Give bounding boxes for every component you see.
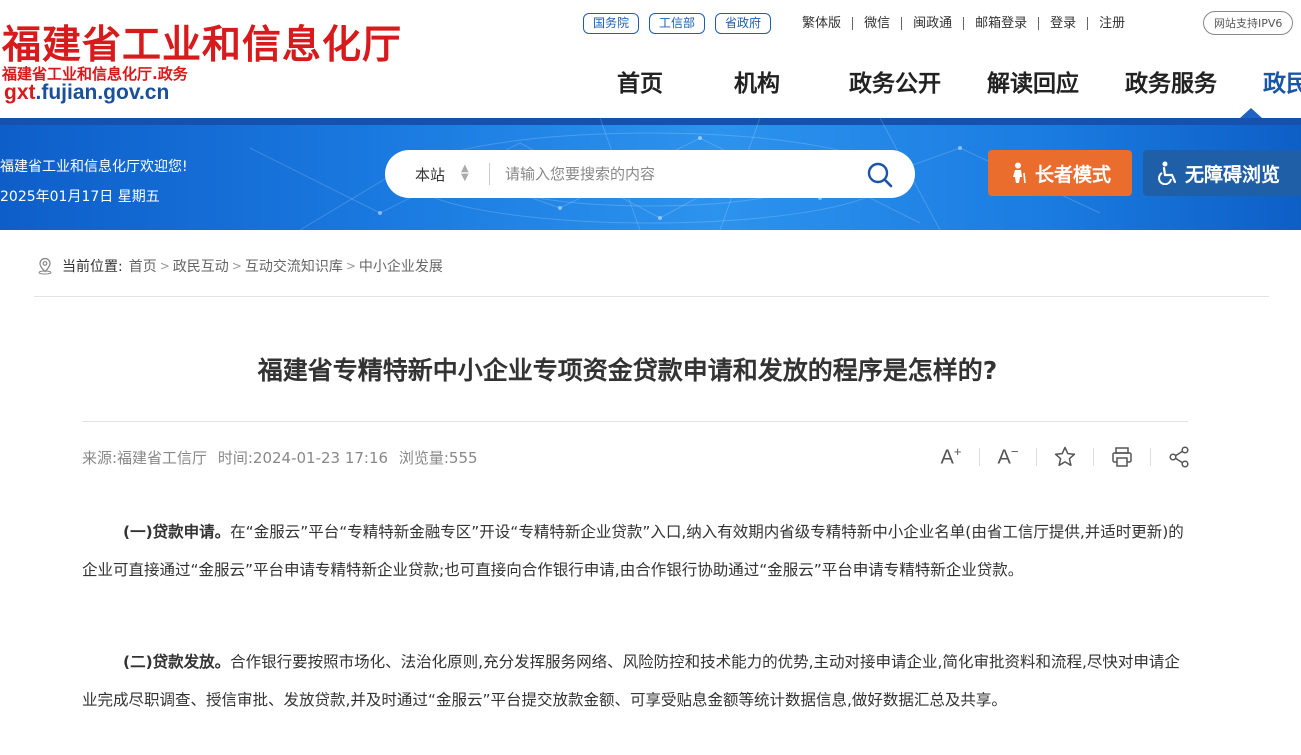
accessibility-button[interactable]: 无障碍浏览	[1143, 150, 1301, 196]
link-state-council[interactable]: 国务院	[583, 12, 640, 34]
accessibility-label: 无障碍浏览	[1185, 163, 1281, 186]
domain-prefix: gxt	[4, 81, 36, 104]
search-icon[interactable]	[865, 160, 895, 190]
tool-divider	[1150, 448, 1151, 466]
article-meta: 来源:福建省工信厅 时间:2024-01-23 17:16 浏览量:555	[82, 447, 484, 468]
paragraph-heading: (一)贷款申请。	[123, 523, 231, 541]
banner: 福建省工业和信息化厅欢迎您! 2025年01月17日 星期五 本站 ▲▼ 长者模…	[0, 118, 1301, 230]
article-tools: A+ A−	[936, 443, 1194, 471]
breadcrumb: 当前位置: 首页 > 政民互动 > 互动交流知识库 > 中小企业发展	[36, 256, 443, 276]
chevron-updown-icon[interactable]: ▲ ▼	[461, 164, 469, 183]
link-register[interactable]: 注册	[1088, 17, 1136, 30]
link-wechat[interactable]: 微信	[853, 16, 903, 30]
nav-government-affairs[interactable]: 政务公开	[826, 64, 964, 98]
elder-mode-label: 长者模式	[1034, 163, 1111, 186]
breadcrumb-separator: >	[345, 259, 356, 273]
nav-organization[interactable]: 机构	[688, 64, 826, 98]
link-miit[interactable]: 工信部	[649, 12, 706, 34]
link-traditional-chinese[interactable]: 繁体版	[791, 16, 854, 30]
article-source: 来源:福建省工信厅	[82, 449, 208, 467]
link-mail-login[interactable]: 邮箱登录	[964, 16, 1040, 30]
breadcrumb-sme-development[interactable]: 中小企业发展	[359, 256, 443, 276]
active-nav-indicator	[1240, 108, 1262, 118]
nav-interpretation[interactable]: 解读回应	[964, 64, 1102, 98]
article-paragraph-2: (二)贷款发放。合作银行要按照市场化、法治化原则,充分发挥服务网络、风险防控和技…	[82, 643, 1190, 719]
breadcrumb-knowledge-base[interactable]: 互动交流知识库	[245, 256, 343, 276]
breadcrumb-separator: >	[159, 259, 170, 273]
tool-divider	[979, 448, 980, 466]
article-paragraph-1: (一)贷款申请。在“金服云”平台“专精特新金融专区”开设“专精特新企业贷款”入口…	[82, 513, 1190, 589]
breadcrumb-divider	[34, 296, 1269, 297]
domain-rest: .fujian.gov.cn	[35, 81, 170, 104]
top-links: 国务院 工信部 省政府 繁体版 微信 闽政通 邮箱登录 登录 注册	[583, 12, 1136, 34]
search-scope-select[interactable]: 本站	[415, 164, 445, 185]
site-header: 福建省工业和信息化厅 福建省工业和信息化厅.政务 gxt.fujian.gov.…	[0, 0, 1301, 118]
breadcrumb-interaction[interactable]: 政民互动	[173, 256, 229, 276]
paragraph-heading: (二)贷款发放。	[123, 653, 231, 671]
elder-icon	[1009, 162, 1029, 184]
search-divider	[489, 163, 490, 185]
article-views: 浏览量:555	[398, 449, 478, 467]
font-decrease-icon[interactable]: A−	[993, 443, 1023, 471]
nav-government-services[interactable]: 政务服务	[1102, 64, 1240, 98]
link-minzhengtong[interactable]: 闽政通	[902, 16, 965, 30]
main-nav: 首页 机构 政务公开 解读回应 政务服务 政民互动	[600, 64, 1301, 98]
tool-divider	[1093, 448, 1094, 466]
link-provincial-government[interactable]: 省政府	[715, 12, 772, 34]
article-title: 福建省专精特新中小企业专项资金贷款申请和发放的程序是怎样的?	[257, 356, 998, 385]
nav-home[interactable]: 首页	[600, 64, 670, 98]
paragraph-body: 在“金服云”平台“专精特新金融专区”开设“专精特新企业贷款”入口,纳入有效期内省…	[82, 523, 1184, 579]
location-pin-icon	[36, 257, 54, 275]
elder-mode-button[interactable]: 长者模式	[988, 150, 1132, 196]
nav-interaction[interactable]: 政民互动	[1240, 64, 1301, 98]
star-icon[interactable]	[1050, 443, 1080, 471]
print-icon[interactable]	[1107, 443, 1137, 471]
search-input[interactable]	[505, 162, 835, 186]
wheelchair-icon	[1157, 161, 1179, 185]
current-date: 2025年01月17日 星期五	[0, 189, 160, 205]
search-box: 本站 ▲ ▼	[385, 150, 915, 198]
title-divider	[82, 421, 1188, 422]
paragraph-body: 合作银行要按照市场化、法治化原则,充分发挥服务网络、风险防控和技术能力的优势,主…	[82, 653, 1180, 709]
breadcrumb-separator: >	[231, 259, 242, 273]
site-logo-title[interactable]: 福建省工业和信息化厅	[2, 14, 402, 70]
link-login[interactable]: 登录	[1039, 16, 1089, 30]
share-icon[interactable]	[1164, 443, 1194, 471]
tool-divider	[1036, 448, 1037, 466]
breadcrumb-label: 当前位置:	[62, 259, 123, 275]
welcome-text: 福建省工业和信息化厅欢迎您!	[0, 159, 188, 175]
ipv6-badge: 网站支持IPV6	[1203, 11, 1294, 35]
article-time: 时间:2024-01-23 17:16	[217, 449, 389, 467]
breadcrumb-home[interactable]: 首页	[129, 256, 157, 276]
site-domain: gxt.fujian.gov.cn	[4, 81, 169, 105]
font-increase-icon[interactable]: A+	[936, 443, 966, 471]
